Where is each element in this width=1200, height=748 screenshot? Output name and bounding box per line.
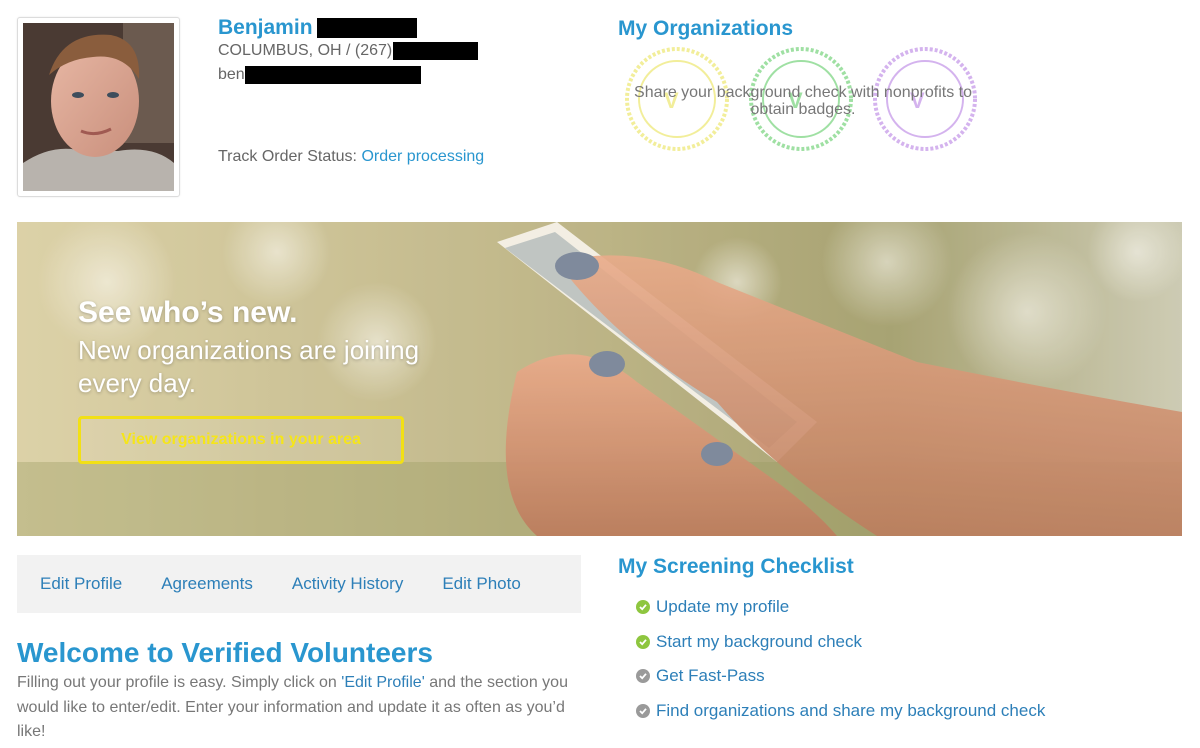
check-incomplete-icon xyxy=(636,669,650,684)
redaction-bar xyxy=(244,66,421,84)
welcome-heading: Welcome to Verified Volunteers xyxy=(17,637,433,668)
avatar xyxy=(23,23,174,191)
track-order-label: Track Order Status: xyxy=(218,148,357,165)
profile-tabs: Edit Profile Agreements Activity History… xyxy=(17,555,581,613)
hero-subheading: New organizations are joining every day. xyxy=(78,335,420,398)
checklist-item-label: Get Fast-Pass xyxy=(656,666,765,686)
screening-checklist-heading: My Screening Checklist xyxy=(618,555,854,578)
checklist-item-find-organizations[interactable]: Find organizations and share my backgrou… xyxy=(636,694,1045,729)
tab-edit-photo[interactable]: Edit Photo xyxy=(442,574,520,594)
welcome-text: Filling out your profile is easy. Simply… xyxy=(17,671,597,745)
profile-email: ben xyxy=(218,66,421,84)
checklist-item-label: Update my profile xyxy=(656,597,790,617)
edit-profile-link[interactable]: 'Edit Profile' xyxy=(341,674,424,691)
profile-photo-frame xyxy=(17,17,180,197)
check-complete-icon xyxy=(636,600,650,615)
hero-banner: See who’s new. New organizations are joi… xyxy=(17,222,1182,536)
profile-email-prefix: ben xyxy=(218,66,245,83)
badges-empty-message: Share your background check with nonprof… xyxy=(634,84,972,118)
check-complete-icon xyxy=(636,634,650,649)
my-organizations-heading: My Organizations xyxy=(618,17,794,40)
tab-agreements[interactable]: Agreements xyxy=(161,574,253,594)
screening-checklist: Update my profile Start my background ch… xyxy=(636,590,1045,728)
tab-activity-history[interactable]: Activity History xyxy=(292,574,403,594)
profile-name: Benjamin xyxy=(218,16,417,40)
checklist-item-label: Start my background check xyxy=(656,631,862,651)
check-incomplete-icon xyxy=(636,703,650,718)
checklist-item-background-check[interactable]: Start my background check xyxy=(636,625,1045,660)
profile-location: COLUMBUS, OH / (267) xyxy=(218,42,393,59)
checklist-item-label: Find organizations and share my backgrou… xyxy=(656,700,1046,720)
redaction-bar xyxy=(393,42,479,60)
hero-heading: See who’s new. xyxy=(78,296,298,329)
checklist-item-fast-pass[interactable]: Get Fast-Pass xyxy=(636,659,1045,694)
tab-edit-profile[interactable]: Edit Profile xyxy=(40,574,122,594)
view-organizations-button[interactable]: View organizations in your area xyxy=(78,416,404,464)
checklist-item-update-profile[interactable]: Update my profile xyxy=(636,590,1045,625)
redaction-bar xyxy=(316,18,417,38)
track-order-status: Track Order Status: Order processing xyxy=(218,148,484,166)
profile-location-phone: COLUMBUS, OH / (267) xyxy=(218,42,479,60)
order-status-link[interactable]: Order processing xyxy=(361,148,484,165)
welcome-text-start: Filling out your profile is easy. Simply… xyxy=(17,674,342,691)
profile-first-name: Benjamin xyxy=(218,16,313,39)
